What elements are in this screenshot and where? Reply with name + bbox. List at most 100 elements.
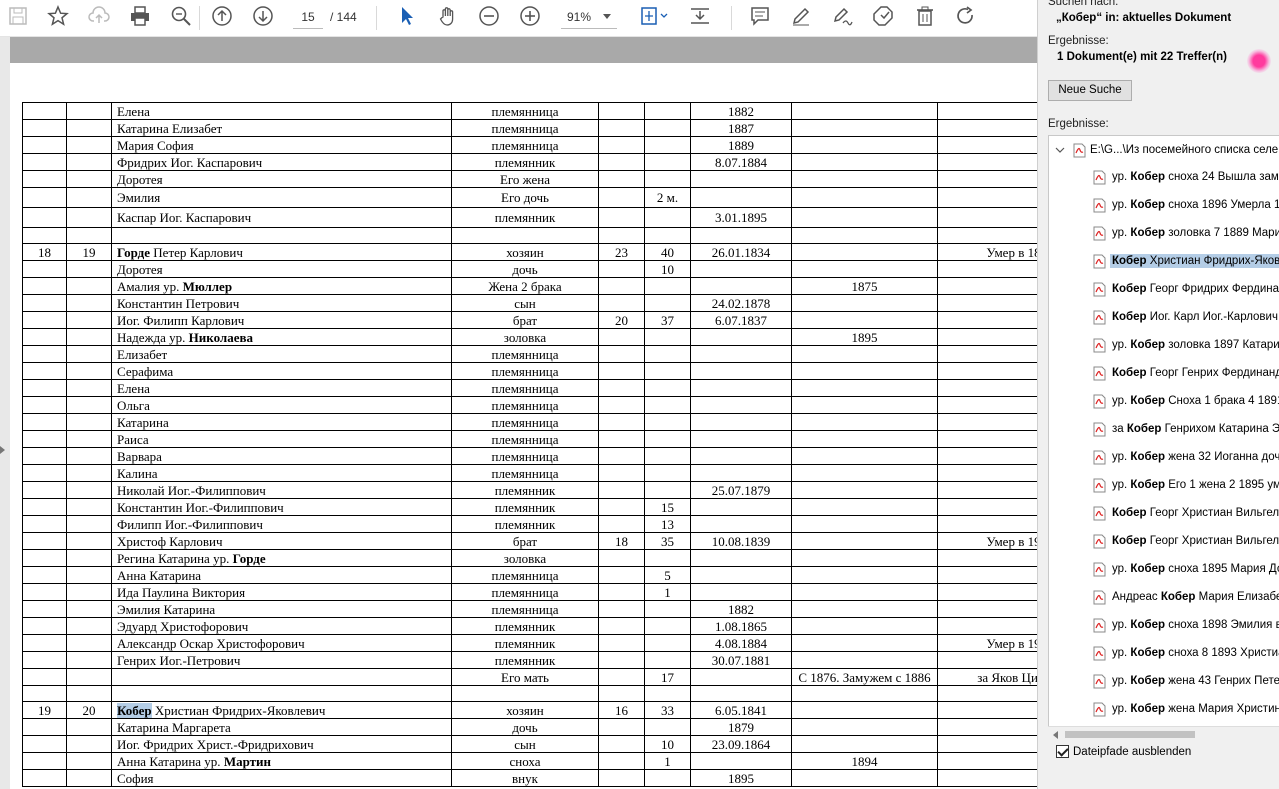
search-result-item[interactable]: Кобер Георг Христиан Вильгельм	[1093, 504, 1279, 522]
stamp-icon[interactable]	[871, 4, 895, 28]
table-cell	[644, 119, 691, 137]
result-text: Кобер Иог. Карл Иог.-Карлович	[1110, 310, 1279, 324]
table-cell: Иог. Филипп Карлович	[111, 311, 452, 329]
hide-paths-checkbox[interactable]: Dateipfade ausblenden	[1056, 745, 1191, 758]
pencil-icon[interactable]	[789, 4, 813, 28]
pdf-file-icon	[1093, 506, 1106, 520]
result-match: Кобер	[1130, 199, 1165, 211]
search-result-item[interactable]: ур. Кобер жена 32 Иоганна дочь	[1093, 448, 1279, 466]
pdf-file-icon	[1093, 394, 1106, 408]
result-text: ур. Кобер золовка 7 1889 Мария Е	[1110, 226, 1279, 240]
table-cell: 1894	[791, 752, 938, 770]
search-result-item[interactable]: ур. Кобер Его 1 жена 2 1895 умер	[1093, 476, 1279, 494]
table-cell	[598, 752, 645, 770]
table-cell	[937, 277, 1037, 295]
page-up-icon[interactable]	[210, 4, 234, 28]
table-cell: племянница	[451, 102, 599, 120]
search-result-item[interactable]: ур. Кобер сноха 1895 Мария Доро	[1093, 560, 1279, 578]
table-cell: Фридрих Иог. Каспарович	[111, 153, 452, 171]
table-cell	[690, 668, 792, 686]
name-cell-text: Доротея	[117, 261, 163, 277]
result-match: Кобер	[1130, 675, 1165, 687]
table-cell: Ида Паулина Виктория	[111, 583, 452, 601]
pdf-file-icon	[1093, 646, 1106, 660]
table-cell: 10	[644, 735, 691, 753]
search-result-item[interactable]: ур. Кобер сноха 1896 Умерла 190	[1093, 196, 1279, 214]
search-result-item[interactable]: Кобер Иог. Карл Иог.-Карлович	[1093, 308, 1279, 326]
print-icon[interactable]	[128, 4, 152, 28]
search-result-item[interactable]: ур. Кобер золовка 1897 Катарина	[1093, 336, 1279, 354]
table-cell: Эдуард Христофорович	[111, 617, 452, 635]
pdf-file-icon	[1093, 702, 1106, 716]
zoom-search-icon[interactable]	[169, 4, 193, 28]
table-row: Варвара племянница	[22, 447, 1037, 465]
checkbox-checked-icon[interactable]	[1056, 745, 1069, 758]
table-cell	[22, 668, 67, 686]
name-cell-text: София	[117, 770, 154, 786]
search-result-item[interactable]: ур. Кобер сноха 24 Вышла замуж	[1093, 168, 1279, 186]
table-cell	[66, 447, 112, 465]
table-row: Эмилия Катарина племянница 1882	[22, 600, 1037, 618]
search-result-item[interactable]: за Кобер Генрихом Катарина Эли	[1093, 420, 1279, 438]
page-down-icon[interactable]	[251, 4, 275, 28]
expand-left-panel-icon[interactable]	[0, 446, 5, 454]
new-search-button[interactable]: Neue Suche	[1048, 80, 1132, 101]
table-cell	[598, 617, 645, 635]
table-cell	[66, 549, 112, 567]
cloud-upload-icon[interactable]	[87, 4, 111, 28]
result-match: Кобер	[1130, 451, 1165, 463]
table-cell	[644, 651, 691, 669]
result-prefix: ур.	[1112, 395, 1131, 407]
fit-page-icon[interactable]	[637, 4, 671, 28]
table-cell	[644, 345, 691, 363]
result-suffix: Георг Христиан Вильгельм	[1146, 535, 1279, 547]
table-cell: 5	[644, 566, 691, 584]
table-cell	[22, 430, 67, 448]
sign-icon[interactable]	[830, 4, 854, 28]
table-cell	[644, 447, 691, 465]
table-cell	[22, 617, 67, 635]
zoom-out-icon[interactable]	[477, 4, 501, 28]
table-cell	[644, 207, 691, 228]
table-cell: золовка	[451, 549, 599, 567]
tree-root-document[interactable]: E:\G...\Из посемейного списка селен	[1055, 141, 1279, 159]
page-number-input[interactable]	[293, 5, 323, 29]
search-result-item[interactable]: ур. Кобер сноха 1898 Эмилия вну	[1093, 616, 1279, 634]
search-result-item[interactable]: ур. Кобер сноха 8 1893 Христиан	[1093, 644, 1279, 662]
name-cell-text: Елена	[117, 103, 150, 119]
table-cell: 10	[644, 260, 691, 278]
zoom-in-icon[interactable]	[518, 4, 542, 28]
search-result-item[interactable]: Андреас Кобер Мария Елизабет с	[1093, 588, 1279, 606]
comment-icon[interactable]	[748, 4, 772, 28]
zoom-dropdown[interactable]: 91%	[561, 5, 617, 29]
hand-tool-icon[interactable]	[436, 4, 460, 28]
table-cell	[22, 328, 67, 346]
search-result-item[interactable]: ур. Кобер жена Мария Христина	[1093, 700, 1279, 718]
search-result-item[interactable]: Кобер Георг Фридрих Фердинанд	[1093, 280, 1279, 298]
save-icon[interactable]	[6, 4, 30, 28]
table-cell: 20	[66, 701, 112, 719]
search-result-item[interactable]: ур. Кобер Сноха 1 брака 4 1891 у	[1093, 392, 1279, 410]
search-result-item[interactable]: Кобер Георг Генрих Фердинандо	[1093, 364, 1279, 382]
select-cursor-icon[interactable]	[395, 4, 419, 28]
table-cell	[791, 207, 938, 228]
search-result-item[interactable]: Кобер Георг Христиан Вильгельм	[1093, 532, 1279, 550]
table-cell	[937, 294, 1037, 312]
search-result-item[interactable]: Кобер Христиан Фридрих-Яковле	[1093, 252, 1279, 270]
table-cell	[598, 668, 645, 686]
table-cell	[598, 685, 645, 702]
table-cell: Доротея	[111, 170, 452, 188]
trash-icon[interactable]	[913, 4, 937, 28]
star-icon[interactable]	[46, 4, 70, 28]
horizontal-scrollbar[interactable]	[1048, 726, 1279, 741]
search-result-item[interactable]: ур. Кобер золовка 7 1889 Мария Е	[1093, 224, 1279, 242]
table-cell	[66, 430, 112, 448]
table-cell	[690, 685, 792, 702]
table-cell: за Яков Цитцер	[937, 668, 1037, 686]
scroll-mode-icon[interactable]	[688, 4, 712, 28]
table-cell	[791, 119, 938, 137]
redo-icon[interactable]	[954, 4, 978, 28]
table-cell	[644, 464, 691, 482]
search-result-item[interactable]: ур. Кобер жена 43 Генрих Петер К	[1093, 672, 1279, 690]
table-cell	[937, 769, 1037, 787]
